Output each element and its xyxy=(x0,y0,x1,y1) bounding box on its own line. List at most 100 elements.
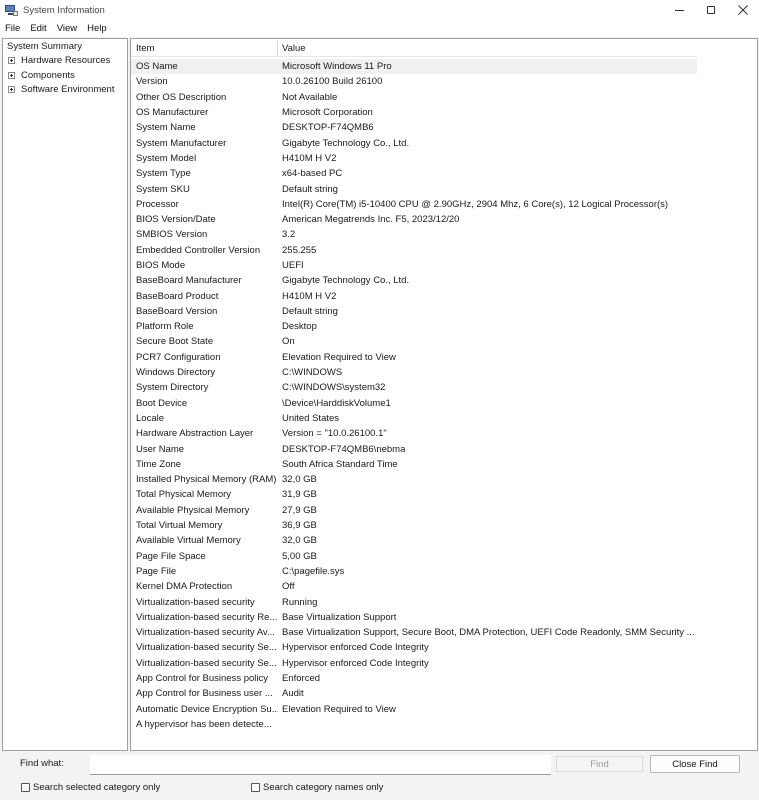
table-row[interactable]: Hardware Abstraction Layer Version = "10.… xyxy=(131,426,757,441)
row-item-cell: Total Virtual Memory xyxy=(136,520,223,532)
search-category-names-option[interactable]: Search category names only xyxy=(251,782,383,793)
table-row[interactable]: Page File C:\pagefile.sys xyxy=(131,564,757,579)
table-row[interactable]: BaseBoard Product H410M H V2 xyxy=(131,288,757,303)
row-value-cell: 3.2 xyxy=(282,229,296,241)
tree-item-software-environment[interactable]: Software Environment xyxy=(3,83,127,98)
menu-file[interactable]: File xyxy=(0,23,25,34)
tree-item-hardware-resources[interactable]: Hardware Resources xyxy=(3,54,127,69)
search-selected-category-option[interactable]: Search selected category only xyxy=(21,782,160,793)
row-value-cell: 32,0 GB xyxy=(282,535,317,547)
table-row[interactable]: Available Physical Memory 27,9 GB xyxy=(131,503,757,518)
table-row[interactable]: Version 10.0.26100 Build 26100 xyxy=(131,74,757,89)
close-find-button[interactable]: Close Find xyxy=(650,755,740,773)
table-row[interactable]: Processor Intel(R) Core(TM) i5-10400 CPU … xyxy=(131,197,757,212)
table-row[interactable]: SMBIOS Version 3.2 xyxy=(131,227,757,242)
table-row[interactable]: Time Zone South Africa Standard Time xyxy=(131,457,757,472)
menu-help[interactable]: Help xyxy=(82,23,112,34)
table-row[interactable]: System Manufacturer Gigabyte Technology C… xyxy=(131,135,757,150)
table-row[interactable]: Total Physical Memory 31,9 GB xyxy=(131,487,757,502)
row-value-cell: Base Virtualization Support xyxy=(282,611,397,623)
table-row[interactable]: BaseBoard Version Default string xyxy=(131,304,757,319)
row-value-cell: Hypervisor enforced Code Integrity xyxy=(282,657,429,669)
table-row[interactable]: A hypervisor has been detecte... xyxy=(131,717,757,732)
table-row[interactable]: Virtualization-based security Se... Hyper… xyxy=(131,656,757,671)
row-item-cell: OS Manufacturer xyxy=(136,107,209,119)
expand-icon[interactable] xyxy=(8,57,15,65)
menu-view[interactable]: View xyxy=(52,23,82,34)
table-row[interactable]: Virtualization-based security Re... Base … xyxy=(131,610,757,625)
minimize-button[interactable] xyxy=(663,0,695,20)
row-item-cell: System Type xyxy=(136,168,191,180)
row-value-cell: C:\WINDOWS\system32 xyxy=(282,382,386,394)
find-button[interactable]: Find xyxy=(556,756,643,772)
table-row[interactable]: Virtualization-based security Av... Base … xyxy=(131,625,757,640)
table-row[interactable]: OS Manufacturer Microsoft Corporation xyxy=(131,105,757,120)
table-row[interactable]: System Name DESKTOP-F74QMB6 xyxy=(131,120,757,135)
table-row[interactable]: OS Name Microsoft Windows 11 Pro xyxy=(131,59,697,75)
tree-item-label: Software Environment xyxy=(21,84,115,96)
row-value-cell: x64-based PC xyxy=(282,168,343,180)
row-item-cell: System Model xyxy=(136,152,197,164)
row-value-cell: Base Virtualization Support, Secure Boot… xyxy=(282,627,695,639)
search-selected-category-checkbox[interactable] xyxy=(21,783,30,792)
row-value-cell: DESKTOP-F74QMB6\nebma xyxy=(282,443,406,455)
table-row[interactable]: System SKU Default string xyxy=(131,181,757,196)
table-row[interactable]: User Name DESKTOP-F74QMB6\nebma xyxy=(131,441,757,456)
table-row[interactable]: Total Virtual Memory 36,9 GB xyxy=(131,518,757,533)
expand-icon[interactable] xyxy=(8,71,15,79)
row-value-cell: Default string xyxy=(282,183,338,195)
table-row[interactable]: App Control for Business policy Enforced xyxy=(131,671,757,686)
table-row[interactable]: System Directory C:\WINDOWS\system32 xyxy=(131,380,757,395)
search-category-names-checkbox[interactable] xyxy=(251,783,260,792)
row-item-cell: Hardware Abstraction Layer xyxy=(136,428,254,440)
category-tree[interactable]: System Summary Hardware Resources Compon… xyxy=(2,38,128,751)
row-item-cell: System SKU xyxy=(136,183,190,195)
row-value-cell: Running xyxy=(282,596,318,608)
menu-bar: File Edit View Help xyxy=(0,20,759,37)
menu-edit[interactable]: Edit xyxy=(25,23,51,34)
table-row[interactable]: Secure Boot State On xyxy=(131,334,757,349)
table-row[interactable]: Embedded Controller Version 255.255 xyxy=(131,243,757,258)
find-what-label: Find what: xyxy=(20,758,64,769)
table-row[interactable]: BaseBoard Manufacturer Gigabyte Technolog… xyxy=(131,273,757,288)
row-item-cell: BIOS Version/Date xyxy=(136,214,216,226)
column-header-value[interactable]: Value xyxy=(278,41,697,56)
find-what-input[interactable] xyxy=(90,755,551,775)
details-list[interactable]: Item Value OS Name Microsoft Windows 11 P… xyxy=(130,38,758,751)
row-value-cell: Desktop xyxy=(282,321,317,333)
column-header-item[interactable]: Item xyxy=(131,41,278,56)
table-row[interactable]: Windows Directory C:\WINDOWS xyxy=(131,365,757,380)
table-row[interactable]: BIOS Version/Date American Megatrends Inc… xyxy=(131,212,757,227)
tree-item-system-summary[interactable]: System Summary xyxy=(3,39,127,54)
row-value-cell: 27,9 GB xyxy=(282,504,317,516)
table-row[interactable]: Platform Role Desktop xyxy=(131,319,757,334)
table-row[interactable]: System Type x64-based PC xyxy=(131,166,757,181)
window-title: System Information xyxy=(23,4,105,16)
table-row[interactable]: PCR7 Configuration Elevation Required to … xyxy=(131,350,757,365)
row-item-cell: Embedded Controller Version xyxy=(136,244,261,256)
row-item-cell: Version xyxy=(136,76,168,88)
table-row[interactable]: Virtualization-based security Running xyxy=(131,594,757,609)
table-row[interactable]: Other OS Description Not Available xyxy=(131,90,757,105)
table-row[interactable]: Installed Physical Memory (RAM) 32,0 GB xyxy=(131,472,757,487)
table-row[interactable]: Automatic Device Encryption Su... Elevati… xyxy=(131,701,757,716)
table-row[interactable]: Available Virtual Memory 32,0 GB xyxy=(131,533,757,548)
table-row[interactable]: Virtualization-based security Se... Hyper… xyxy=(131,640,757,655)
find-bar: Find what: Find Close Find Search select… xyxy=(0,752,759,800)
table-row[interactable]: Locale United States xyxy=(131,411,757,426)
expand-icon[interactable] xyxy=(8,86,15,94)
table-row[interactable]: BIOS Mode UEFI xyxy=(131,258,757,273)
row-value-cell: Elevation Required to View xyxy=(282,351,396,363)
close-button[interactable] xyxy=(727,0,759,20)
table-row[interactable]: Kernel DMA Protection Off xyxy=(131,579,757,594)
tree-item-components[interactable]: Components xyxy=(3,68,127,83)
maximize-button[interactable] xyxy=(695,0,727,20)
table-row[interactable]: App Control for Business user ... Audit xyxy=(131,686,757,701)
table-row[interactable]: Page File Space 5,00 GB xyxy=(131,549,757,564)
row-value-cell: Gigabyte Technology Co., Ltd. xyxy=(282,275,410,287)
table-row[interactable]: System Model H410M H V2 xyxy=(131,151,757,166)
row-value-cell: 10.0.26100 Build 26100 xyxy=(282,76,383,88)
table-row[interactable]: Boot Device \Device\HarddiskVolume1 xyxy=(131,396,757,411)
row-item-cell: System Manufacturer xyxy=(136,137,227,149)
row-value-cell: South Africa Standard Time xyxy=(282,458,398,470)
